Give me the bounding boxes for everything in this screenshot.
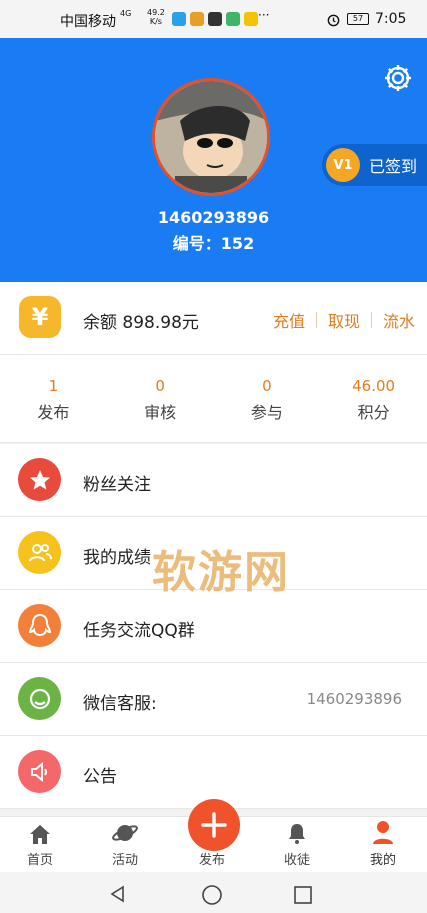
balance-text: 余额 898.98元 [83, 308, 199, 333]
tab-activity[interactable]: 活动 [85, 817, 165, 868]
yen-icon: ¥ [19, 296, 61, 338]
speaker-icon [18, 750, 61, 793]
status-bar: 中国移动 4G 49.2 K/s ··· 57 7:05 [0, 0, 427, 38]
profile-header: 1460293896 编号：152 V1 已签到 [0, 38, 427, 282]
checkin-label: 已签到 [369, 157, 418, 176]
app-notification-icon [172, 12, 186, 26]
speed-unit: K/s [149, 17, 162, 26]
balance-label: 余额 [83, 313, 117, 333]
app-notification-icon [226, 12, 240, 26]
menu-item-label: 任务交流QQ群 [83, 621, 195, 641]
menu-list: 粉丝关注 我的成绩 任务交流QQ群 微信客服: 1460293896 公告 [0, 444, 427, 809]
tab-label: 我的 [369, 853, 396, 868]
carrier-name: 中国移动 [60, 14, 116, 30]
clock: 7:05 [375, 11, 407, 27]
stat-label: 发布 [37, 403, 70, 422]
stat-label: 积分 [357, 403, 390, 422]
wechat-icon [18, 677, 61, 720]
balance-actions: 充值 取现 流水 [273, 308, 415, 332]
menu-item-label: 公告 [83, 767, 117, 787]
recents-square-icon[interactable] [293, 885, 313, 905]
username: 1460293896 [157, 208, 270, 227]
divider [370, 312, 372, 328]
stat-label: 审核 [144, 403, 177, 422]
menu-item-label: 微信客服: [83, 694, 157, 714]
network-speed: 49.2 K/s [147, 8, 165, 26]
user-id-label: 编号： [172, 234, 221, 253]
stat-participate[interactable]: 0 参与 [214, 355, 321, 442]
back-icon[interactable] [108, 884, 128, 904]
home-circle-icon[interactable] [201, 884, 223, 906]
stat-review[interactable]: 0 审核 [107, 355, 214, 442]
divider [315, 312, 317, 328]
network-type: 4G [120, 9, 132, 18]
home-icon [0, 817, 80, 845]
tab-label: 收徒 [283, 853, 310, 868]
tab-mine[interactable]: 我的 [343, 817, 423, 868]
level-badge: V1 [326, 148, 360, 182]
user-id: 编号：152 [0, 230, 427, 254]
tab-apprentice[interactable]: 收徒 [257, 817, 337, 868]
stat-points[interactable]: 46.00 积分 [320, 355, 427, 442]
battery-icon: 57 [347, 13, 369, 25]
wechat-service-id: 1460293896 [306, 690, 402, 708]
users-icon [18, 531, 61, 574]
recharge-link[interactable]: 充值 [273, 308, 305, 332]
more-notifications-icon: ··· [258, 8, 270, 22]
settings-gear-icon[interactable] [382, 62, 414, 94]
stat-value: 0 [155, 377, 165, 395]
balance-row: ¥ 余额 898.98元 充值 取现 流水 [0, 282, 427, 355]
app-notification-icon [208, 12, 222, 26]
star-icon [18, 458, 61, 501]
tab-label: 首页 [26, 853, 53, 868]
tab-label: 发布 [198, 853, 225, 868]
speed-value: 49.2 [147, 8, 165, 17]
balance-amount: 898.98元 [122, 313, 199, 333]
app-notification-icon [190, 12, 204, 26]
user-id-value: 152 [220, 234, 255, 253]
stat-value: 46.00 [352, 377, 396, 395]
withdraw-link[interactable]: 取现 [328, 308, 360, 332]
avatar-image [155, 81, 267, 193]
menu-item-qq-group[interactable]: 任务交流QQ群 [0, 590, 427, 663]
system-nav-bar [0, 872, 427, 913]
bell-icon [257, 817, 337, 845]
avatar[interactable] [152, 78, 270, 196]
alarm-icon [327, 14, 340, 27]
publish-plus-button[interactable] [188, 799, 240, 851]
stat-value: 1 [48, 377, 59, 395]
menu-item-label: 粉丝关注 [83, 475, 151, 495]
stats-row: 1 发布 0 审核 0 参与 46.00 积分 [0, 355, 427, 443]
checkin-button[interactable]: V1 已签到 [322, 144, 427, 186]
notification-icons [172, 12, 258, 26]
tab-home[interactable]: 首页 [0, 817, 80, 868]
planet-icon [85, 817, 165, 845]
menu-item-wechat-service[interactable]: 微信客服: 1460293896 [0, 663, 427, 736]
app-notification-icon [244, 12, 258, 26]
stat-published[interactable]: 1 发布 [0, 355, 107, 442]
stat-value: 0 [262, 377, 272, 395]
stat-label: 参与 [250, 403, 283, 422]
watermark-logo: 软游网 [152, 547, 290, 598]
person-icon [343, 817, 423, 845]
transactions-link[interactable]: 流水 [383, 308, 415, 332]
menu-item-followers[interactable]: 粉丝关注 [0, 444, 427, 517]
plus-icon [201, 812, 227, 838]
tab-label: 活动 [111, 853, 138, 868]
qq-icon [18, 604, 61, 647]
menu-item-label: 我的成绩 [83, 548, 151, 568]
